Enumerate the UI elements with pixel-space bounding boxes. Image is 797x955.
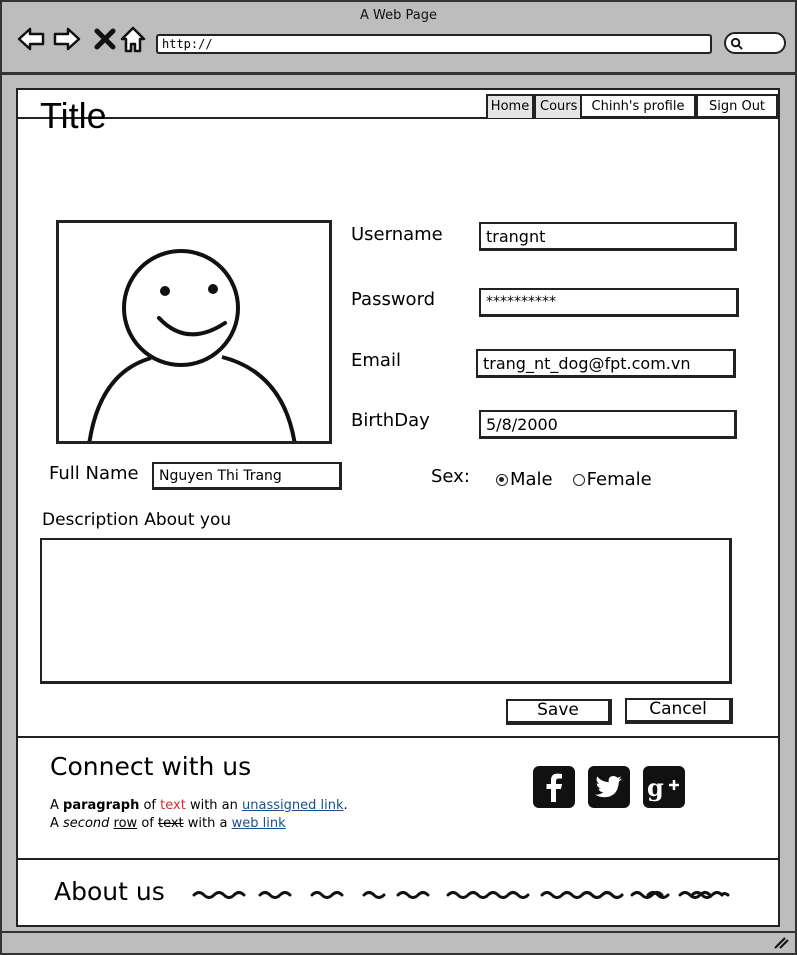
para2-text-of: of (137, 816, 158, 831)
page-title: Title (40, 95, 107, 136)
search-box[interactable] (724, 32, 786, 54)
username-input[interactable]: trangnt (479, 222, 737, 251)
radio-female-label: Female (586, 469, 652, 490)
para1-text-a: A (50, 798, 64, 813)
cancel-button[interactable]: Cancel (625, 698, 733, 724)
avatar[interactable] (56, 220, 332, 444)
fullname-input[interactable]: Nguyen Thi Trang (152, 462, 342, 490)
sex-radio-group: Male Female (496, 469, 672, 491)
status-bar-divider (2, 931, 795, 933)
url-input[interactable]: http:// (156, 34, 712, 54)
birthday-label: BirthDay (351, 410, 430, 431)
about-title: About us (54, 877, 165, 906)
radio-female-indicator[interactable] (572, 474, 585, 486)
tab-courses[interactable]: Cours (534, 94, 584, 118)
search-icon (730, 37, 743, 50)
password-label: Password (351, 289, 436, 310)
resize-grip-icon[interactable] (773, 935, 789, 949)
description-textarea[interactable] (40, 538, 732, 684)
save-button[interactable]: Save (506, 699, 612, 725)
email-input[interactable]: trang_nt_dog@fpt.com.vn (476, 349, 736, 378)
smiley-user-icon (87, 249, 297, 441)
tab-sign-out[interactable]: Sign Out (696, 94, 778, 118)
toolbar-divider (2, 72, 795, 75)
close-icon[interactable] (90, 24, 120, 54)
username-label: Username (351, 224, 443, 245)
para2-strikethrough-text: text (158, 816, 184, 831)
fullname-label: Full Name (49, 463, 139, 484)
tab-home[interactable]: Home (486, 94, 534, 118)
para2-italic-text: second (63, 816, 110, 831)
facebook-icon[interactable] (533, 766, 575, 808)
radio-female[interactable]: Female (572, 469, 652, 491)
para1-text-with: with an (185, 798, 242, 813)
twitter-icon[interactable] (588, 766, 630, 808)
sex-label: Sex: (431, 466, 470, 487)
para2-text-with: with a (183, 816, 232, 831)
password-input[interactable]: ********** (479, 288, 739, 317)
para2-underlined-text: row (113, 816, 138, 831)
placeholder-scribble-text (192, 891, 730, 899)
para1-text-end: . (343, 798, 348, 813)
radio-male[interactable]: Male (496, 469, 553, 491)
radio-male-indicator[interactable] (496, 474, 508, 486)
arrow-right-icon[interactable] (52, 24, 82, 54)
section-divider (18, 736, 778, 738)
google-plus-icon[interactable]: g (643, 766, 685, 808)
unassigned-link[interactable]: unassigned link (242, 798, 343, 813)
paragraph-line-2: A second row of text with a web link (50, 815, 286, 832)
svg-text:g: g (647, 773, 664, 802)
browser-window: A Web Page http:// Home Cours Chinh's pr… (0, 0, 797, 955)
section-divider-2 (18, 858, 778, 860)
birthday-input[interactable]: 5/8/2000 (479, 410, 737, 439)
radio-male-label: Male (510, 469, 553, 490)
home-icon[interactable] (118, 24, 148, 54)
window-title: A Web Page (360, 8, 437, 23)
para2-text-a: A (50, 816, 64, 831)
description-label: Description About you (42, 510, 232, 530)
connect-title: Connect with us (50, 752, 252, 781)
para1-bold-text: paragraph (63, 798, 140, 813)
para1-text-of: of (139, 798, 161, 813)
para1-red-text: text (160, 798, 186, 813)
web-link[interactable]: web link (232, 816, 286, 831)
email-label: Email (351, 350, 401, 371)
paragraph-line-1: A paragraph of text with an unassigned l… (50, 797, 348, 814)
arrow-left-icon[interactable] (16, 24, 46, 54)
page-content: Home Cours Chinh's profile Sign Out Titl… (16, 88, 780, 927)
tab-profile[interactable]: Chinh's profile (580, 94, 696, 118)
